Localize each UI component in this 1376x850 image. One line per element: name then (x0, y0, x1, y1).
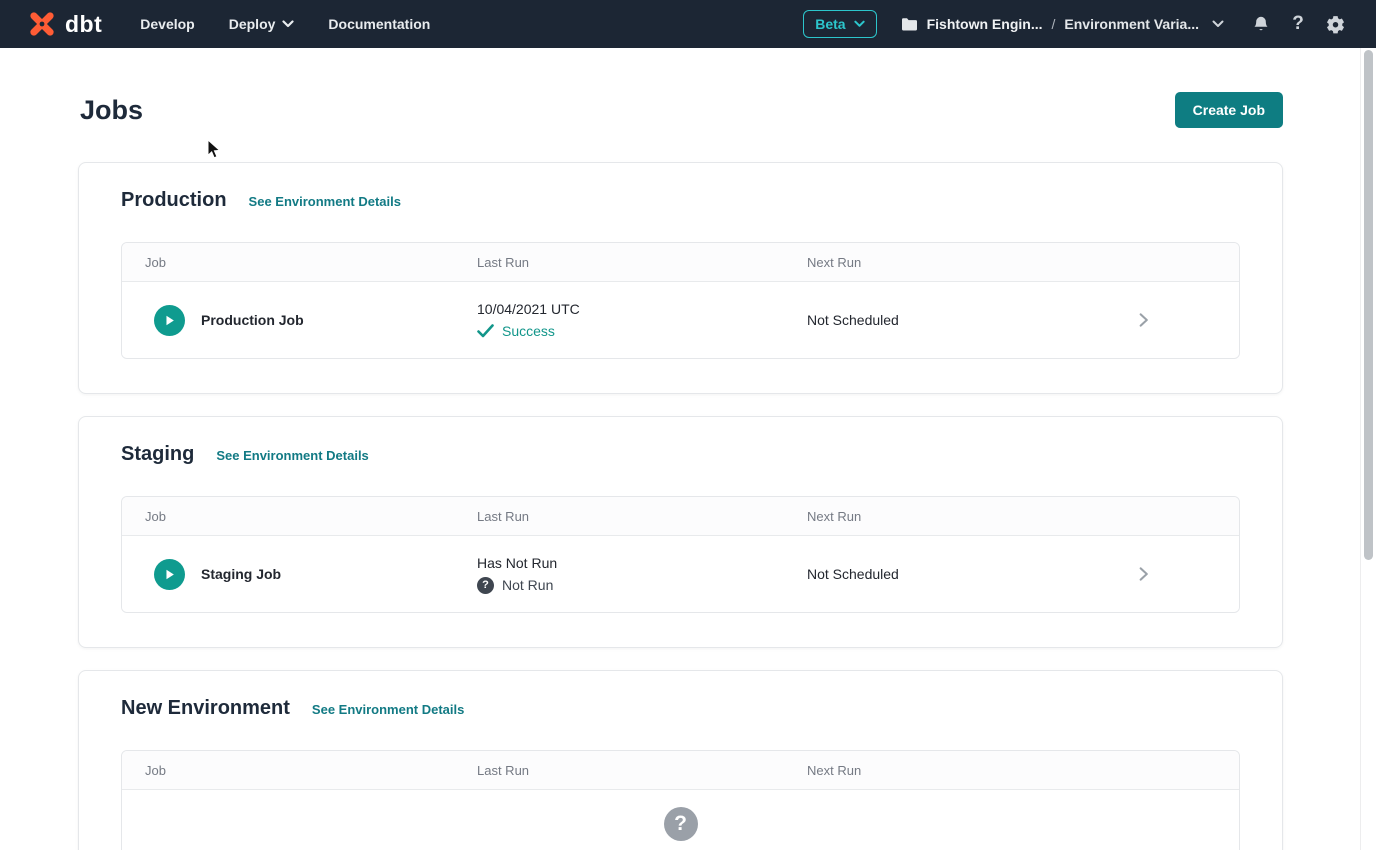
column-header-next-run: Next Run (807, 255, 1239, 270)
column-header-next-run: Next Run (807, 509, 1239, 524)
next-run-cell: Not Scheduled (807, 566, 1239, 582)
environment-card-production: Production See Environment Details Job L… (78, 162, 1283, 394)
job-name: Staging Job (201, 566, 281, 582)
chevron-down-icon (854, 20, 865, 28)
question-circle-icon: ? (664, 807, 698, 841)
empty-jobs-row: ? (122, 790, 1239, 850)
last-run-date: Has Not Run (477, 555, 807, 571)
jobs-table-header: Job Last Run Next Run (122, 497, 1239, 536)
jobs-table: Job Last Run Next Run Staging Job Has No… (121, 496, 1240, 613)
column-header-last-run: Last Run (477, 509, 807, 524)
breadcrumb-separator: / (1052, 16, 1056, 32)
nav-right: Beta Fishtown Engin... / Environment Var… (803, 10, 1346, 38)
page-header: Jobs Create Job (80, 92, 1283, 128)
settings-gear-icon[interactable] (1324, 13, 1346, 35)
column-header-job: Job (122, 509, 477, 524)
nav-links: Develop Deploy Documentation (140, 16, 430, 32)
run-job-play-button[interactable] (154, 559, 185, 590)
nav-item-documentation[interactable]: Documentation (328, 16, 430, 32)
chevron-down-icon (282, 20, 294, 28)
notifications-bell-icon[interactable] (1250, 13, 1272, 35)
dbt-logo-icon (26, 8, 58, 40)
see-environment-details-link[interactable]: See Environment Details (249, 194, 401, 209)
job-row-staging[interactable]: Staging Job Has Not Run ? Not Run Not Sc… (122, 536, 1239, 612)
nav-item-develop-label: Develop (140, 16, 194, 32)
nav-icon-group: ? (1250, 13, 1346, 35)
last-run-status: ? Not Run (477, 577, 807, 594)
environment-header: Staging See Environment Details (121, 443, 1240, 466)
breadcrumb-org: Fishtown Engin... (927, 16, 1043, 32)
breadcrumb-current: Environment Varia... (1064, 16, 1199, 32)
environment-card-new-environment: New Environment See Environment Details … (78, 670, 1283, 850)
question-circle-icon: ? (477, 577, 494, 594)
environment-card-staging: Staging See Environment Details Job Last… (78, 416, 1283, 648)
create-job-button[interactable]: Create Job (1175, 92, 1283, 128)
jobs-table: Job Last Run Next Run Production Job 10/… (121, 242, 1240, 359)
job-cell: Production Job (122, 305, 477, 336)
jobs-table-header: Job Last Run Next Run (122, 243, 1239, 282)
status-text: Success (502, 323, 555, 339)
beta-dropdown-button[interactable]: Beta (803, 10, 876, 38)
beta-label: Beta (815, 16, 845, 32)
nav-item-deploy[interactable]: Deploy (229, 16, 295, 32)
environment-header: New Environment See Environment Details (121, 697, 1240, 720)
job-name: Production Job (201, 312, 304, 328)
see-environment-details-link[interactable]: See Environment Details (312, 702, 464, 717)
jobs-table: Job Last Run Next Run ? (121, 750, 1240, 850)
last-run-status: Success (477, 323, 807, 339)
vertical-scrollbar-track[interactable] (1360, 48, 1376, 850)
last-run-cell: Has Not Run ? Not Run (477, 555, 807, 594)
project-breadcrumb[interactable]: Fishtown Engin... / Environment Varia... (901, 16, 1224, 32)
play-icon (163, 568, 176, 581)
jobs-table-header: Job Last Run Next Run (122, 751, 1239, 790)
check-icon (477, 324, 494, 338)
nav-item-deploy-label: Deploy (229, 16, 276, 32)
vertical-scrollbar-thumb[interactable] (1364, 50, 1373, 560)
column-header-next-run: Next Run (807, 763, 1239, 778)
folder-icon (901, 17, 918, 32)
help-icon[interactable]: ? (1287, 13, 1309, 35)
page-title: Jobs (80, 95, 143, 126)
see-environment-details-link[interactable]: See Environment Details (216, 448, 368, 463)
play-icon (163, 314, 176, 327)
environment-name: Staging (121, 443, 194, 466)
chevron-right-icon[interactable] (1136, 566, 1151, 582)
chevron-right-icon[interactable] (1136, 312, 1151, 328)
column-header-job: Job (122, 255, 477, 270)
top-nav: dbt Develop Deploy Documentation Beta Fi… (0, 0, 1376, 48)
nav-item-develop[interactable]: Develop (140, 16, 194, 32)
run-job-play-button[interactable] (154, 305, 185, 336)
column-header-last-run: Last Run (477, 255, 807, 270)
brand-name: dbt (65, 11, 102, 38)
chevron-down-icon (1212, 20, 1224, 28)
dbt-logo[interactable]: dbt (26, 8, 102, 40)
column-header-job: Job (122, 763, 477, 778)
environment-name: New Environment (121, 697, 290, 720)
last-run-date: 10/04/2021 UTC (477, 301, 807, 317)
next-run-cell: Not Scheduled (807, 312, 1239, 328)
column-header-last-run: Last Run (477, 763, 807, 778)
job-row-production[interactable]: Production Job 10/04/2021 UTC Success No… (122, 282, 1239, 358)
status-text: Not Run (502, 577, 553, 593)
nav-item-documentation-label: Documentation (328, 16, 430, 32)
job-cell: Staging Job (122, 559, 477, 590)
last-run-cell: 10/04/2021 UTC Success (477, 301, 807, 339)
environment-header: Production See Environment Details (121, 189, 1240, 212)
environment-name: Production (121, 189, 227, 212)
